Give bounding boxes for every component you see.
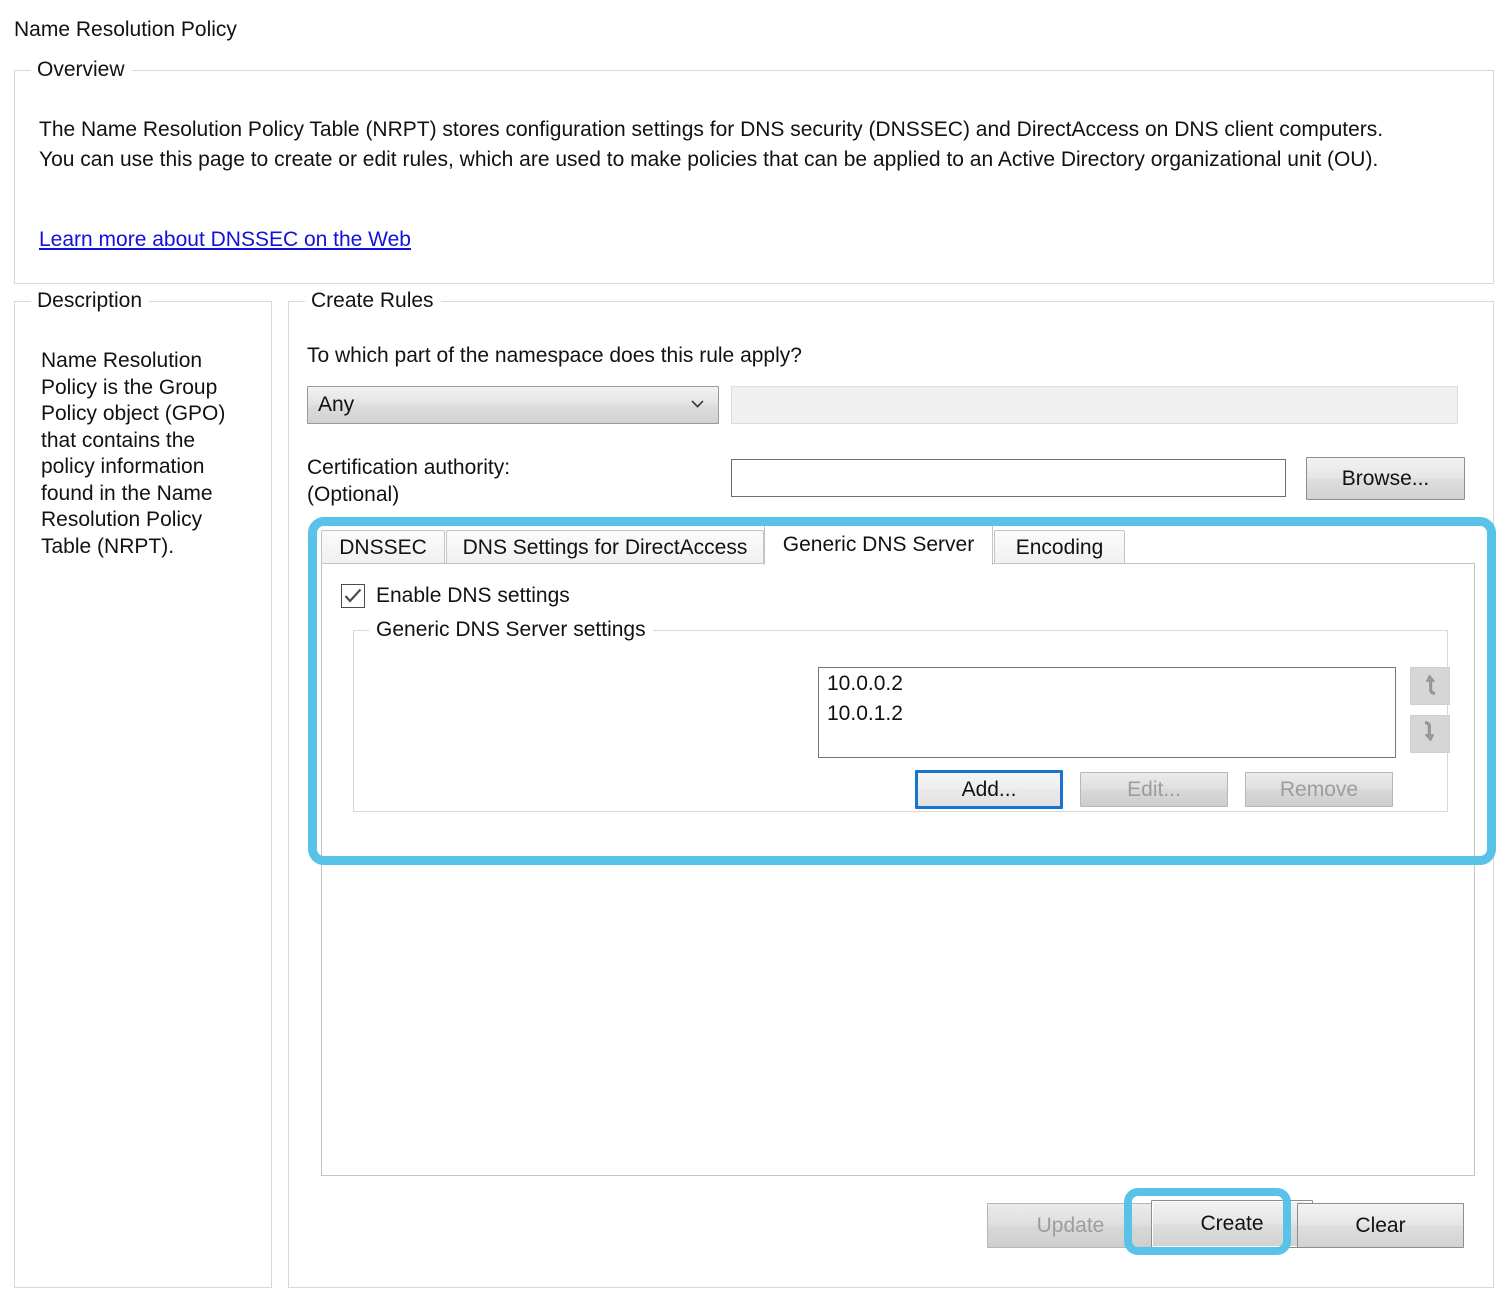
description-legend: Description	[31, 288, 150, 314]
tab-panel-generic-dns-server: Enable DNS settings Generic DNS Server s…	[321, 563, 1475, 1176]
create-rules-groupbox: Create Rules To which part of the namesp…	[288, 288, 1494, 1288]
overview-groupbox: Overview The Name Resolution Policy Tabl…	[14, 57, 1494, 284]
namespace-part-select-value: Any	[318, 393, 355, 416]
tab-generic-dns-server[interactable]: Generic DNS Server	[764, 524, 993, 565]
overview-paragraph-line-2: You can use this page to create or edit …	[39, 148, 1379, 171]
dns-server-list[interactable]: 10.0.0.2 10.0.1.2	[818, 667, 1396, 758]
tab-dns-settings-for-directaccess[interactable]: DNS Settings for DirectAccess	[446, 530, 764, 564]
move-up-arrow-icon	[1420, 673, 1440, 700]
description-body-text: Name Resolution Policy is the Group Poli…	[41, 349, 226, 558]
tab-encoding[interactable]: Encoding	[994, 530, 1125, 564]
chevron-down-icon	[691, 400, 704, 408]
certification-authority-input[interactable]	[731, 459, 1286, 497]
move-up-button[interactable]	[1410, 667, 1450, 705]
move-down-arrow-icon	[1420, 720, 1440, 748]
dnssec-learn-more-link[interactable]: Learn more about DNSSEC on the Web	[39, 228, 411, 252]
certification-authority-label-line-1: Certification authority:	[307, 456, 511, 479]
generic-dns-server-settings-legend: Generic DNS Server settings	[369, 617, 653, 643]
enable-dns-settings-checkbox[interactable]: Enable DNS settings	[341, 584, 570, 608]
enable-dns-settings-label: Enable DNS settings	[376, 584, 570, 607]
create-rules-legend: Create Rules	[305, 288, 441, 314]
overview-legend: Overview	[31, 57, 132, 83]
rule-settings-tab-control: DNSSEC DNS Settings for DirectAccess Gen…	[321, 524, 1475, 1176]
list-item[interactable]: 10.0.0.2	[819, 668, 1395, 698]
overview-paragraph: The Name Resolution Policy Table (NRPT) …	[39, 115, 1383, 175]
edit-dns-server-button[interactable]: Edit...	[1080, 772, 1228, 807]
page-title: Name Resolution Policy	[14, 18, 237, 41]
update-button[interactable]: Update	[987, 1203, 1154, 1248]
tabstrip: DNSSEC DNS Settings for DirectAccess Gen…	[321, 524, 1475, 565]
clear-button[interactable]: Clear	[1297, 1203, 1464, 1248]
description-groupbox: Description Name Resolution Policy is th…	[14, 288, 272, 1288]
certification-authority-label-line-2: (Optional)	[307, 483, 400, 506]
namespace-question-label: To which part of the namespace does this…	[307, 344, 802, 367]
list-item[interactable]: 10.0.1.2	[819, 698, 1395, 728]
overview-paragraph-line-1: The Name Resolution Policy Table (NRPT) …	[39, 118, 1384, 141]
remove-dns-server-button[interactable]: Remove	[1245, 772, 1393, 807]
create-button[interactable]: Create	[1151, 1200, 1313, 1248]
certification-authority-label: Certification authority: (Optional)	[307, 454, 510, 508]
checkmark-icon	[341, 584, 365, 608]
move-down-button[interactable]	[1410, 715, 1450, 753]
namespace-value-input[interactable]	[731, 386, 1458, 424]
tab-dnssec[interactable]: DNSSEC	[321, 530, 445, 564]
generic-dns-server-settings-groupbox: Generic DNS Server settings 10.0.0.2 10.…	[353, 617, 1450, 812]
add-dns-server-button[interactable]: Add...	[915, 770, 1063, 809]
browse-button[interactable]: Browse...	[1306, 457, 1465, 500]
namespace-part-select[interactable]: Any	[307, 386, 719, 424]
